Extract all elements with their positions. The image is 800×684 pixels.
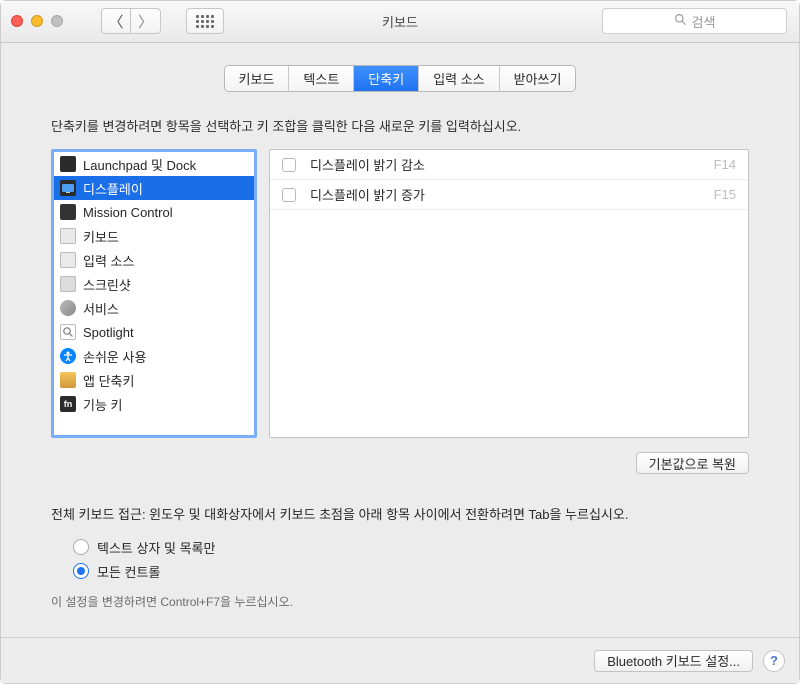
app-shortcuts-icon: [60, 372, 76, 388]
category-label: 앱 단축키: [83, 371, 134, 390]
restore-defaults-button[interactable]: 기본값으로 복원: [636, 452, 749, 474]
full-keyboard-access: 전체 키보드 접근: 윈도우 및 대화상자에서 키보드 초점을 아래 항목 사이…: [51, 504, 749, 610]
launchpad-icon: [60, 156, 76, 172]
category-spotlight[interactable]: Spotlight: [54, 320, 254, 344]
spotlight-icon: [60, 324, 76, 340]
tab-shortcuts[interactable]: 단축키: [354, 66, 419, 91]
radio-button[interactable]: [73, 563, 89, 579]
preferences-window: 〈 〉 키보드 검색 키보드 텍스트 단축키 입력 소스: [0, 0, 800, 684]
radio-button[interactable]: [73, 539, 89, 555]
split-view: Launchpad 및 Dock 디스플레이 Mission Control 키…: [51, 149, 749, 438]
titlebar: 〈 〉 키보드 검색: [1, 1, 799, 43]
radio-label: 모든 컨트롤: [97, 562, 160, 581]
category-services[interactable]: 서비스: [54, 296, 254, 320]
category-label: Launchpad 및 Dock: [83, 155, 196, 174]
function-keys-icon: fn: [60, 396, 76, 412]
category-app-shortcuts[interactable]: 앱 단축키: [54, 368, 254, 392]
category-accessibility[interactable]: 손쉬운 사용: [54, 344, 254, 368]
category-label: 키보드: [83, 227, 119, 246]
instruction-text: 단축키를 변경하려면 항목을 선택하고 키 조합을 클릭한 다음 새로운 키를 …: [51, 116, 749, 135]
full-keyboard-hint: 이 설정을 변경하려면 Control+F7을 누르십시오.: [51, 593, 749, 610]
screenshot-icon: [60, 276, 76, 292]
help-button[interactable]: ?: [763, 650, 785, 672]
tab-bar: 키보드 텍스트 단축키 입력 소스 받아쓰기: [1, 65, 799, 92]
display-icon: [60, 180, 76, 196]
keyboard-icon: [60, 228, 76, 244]
mission-control-icon: [60, 204, 76, 220]
radio-label: 텍스트 상자 및 목록만: [97, 538, 215, 557]
category-display[interactable]: 디스플레이: [54, 176, 254, 200]
services-icon: [60, 300, 76, 316]
shortcut-label: 디스플레이 밝기 증가: [310, 185, 700, 204]
input-source-icon: [60, 252, 76, 268]
category-label: 기능 키: [83, 395, 123, 414]
tab-text[interactable]: 텍스트: [289, 66, 354, 91]
tab-input-sources[interactable]: 입력 소스: [419, 66, 499, 91]
radio-all-controls[interactable]: 모든 컨트롤: [73, 559, 749, 583]
tab-keyboard[interactable]: 키보드: [225, 66, 290, 91]
shortcut-key[interactable]: F14: [714, 157, 736, 172]
shortcut-list[interactable]: 디스플레이 밝기 감소 F14 디스플레이 밝기 증가 F15: [269, 149, 749, 438]
category-input-sources[interactable]: 입력 소스: [54, 248, 254, 272]
category-label: Mission Control: [83, 205, 173, 220]
category-label: 디스플레이: [83, 179, 143, 198]
search-icon: [674, 13, 687, 29]
category-function-keys[interactable]: fn 기능 키: [54, 392, 254, 416]
search-placeholder: 검색: [692, 12, 716, 31]
category-list[interactable]: Launchpad 및 Dock 디스플레이 Mission Control 키…: [51, 149, 257, 438]
shortcut-key[interactable]: F15: [714, 187, 736, 202]
search-input[interactable]: 검색: [602, 8, 787, 34]
tab-dictation[interactable]: 받아쓰기: [500, 66, 576, 91]
category-mission-control[interactable]: Mission Control: [54, 200, 254, 224]
category-launchpad[interactable]: Launchpad 및 Dock: [54, 152, 254, 176]
category-label: 손쉬운 사용: [83, 347, 146, 366]
shortcut-checkbox[interactable]: [282, 158, 296, 172]
shortcut-row[interactable]: 디스플레이 밝기 증가 F15: [270, 180, 748, 210]
footer: Bluetooth 키보드 설정... ?: [1, 637, 799, 683]
accessibility-icon: [60, 348, 76, 364]
shortcut-checkbox[interactable]: [282, 188, 296, 202]
content-area: 단축키를 변경하려면 항목을 선택하고 키 조합을 클릭한 다음 새로운 키를 …: [1, 92, 799, 637]
category-label: Spotlight: [83, 325, 134, 340]
shortcut-row[interactable]: 디스플레이 밝기 감소 F14: [270, 150, 748, 180]
category-label: 입력 소스: [83, 251, 134, 270]
category-screenshots[interactable]: 스크린샷: [54, 272, 254, 296]
shortcut-label: 디스플레이 밝기 감소: [310, 155, 700, 174]
category-label: 서비스: [83, 299, 119, 318]
bluetooth-keyboard-button[interactable]: Bluetooth 키보드 설정...: [594, 650, 753, 672]
category-label: 스크린샷: [83, 275, 131, 294]
category-keyboard[interactable]: 키보드: [54, 224, 254, 248]
full-keyboard-instruction: 전체 키보드 접근: 윈도우 및 대화상자에서 키보드 초점을 아래 항목 사이…: [51, 504, 749, 523]
radio-text-boxes[interactable]: 텍스트 상자 및 목록만: [73, 535, 749, 559]
